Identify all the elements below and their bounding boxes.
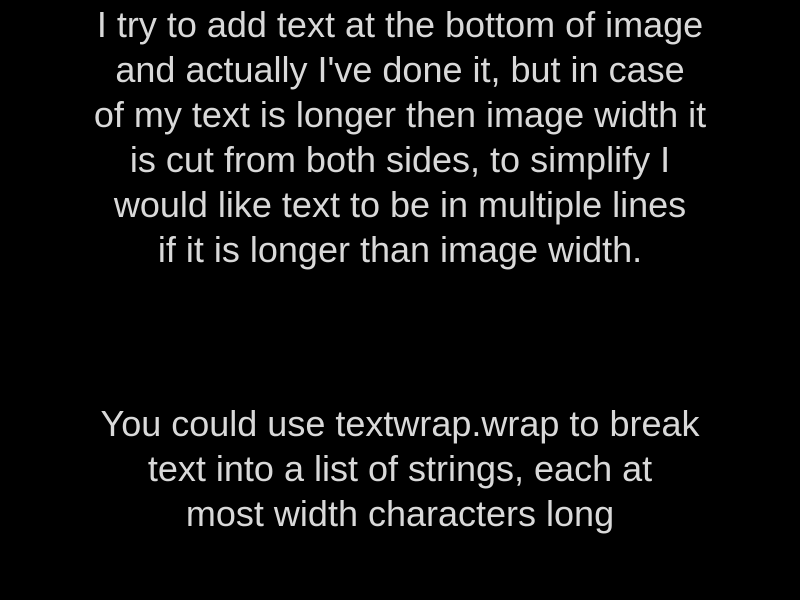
answer-line: You could use textwrap.wrap to break xyxy=(100,403,700,444)
answer-text-block: You could use textwrap.wrap to break tex… xyxy=(0,401,800,536)
question-text-block: I try to add text at the bottom of image… xyxy=(0,2,800,272)
question-line: of my text is longer then image width it xyxy=(93,94,707,135)
question-line: and actually I've done it, but in case xyxy=(115,49,685,90)
question-line: if it is longer than image width. xyxy=(157,229,643,270)
answer-line: most width characters long xyxy=(185,493,615,534)
question-line: is cut from both sides, to simplify I xyxy=(129,139,671,180)
answer-line: text into a list of strings, each at xyxy=(147,448,653,489)
question-line: I try to add text at the bottom of image xyxy=(96,4,704,45)
question-line: would like text to be in multiple lines xyxy=(113,184,687,225)
